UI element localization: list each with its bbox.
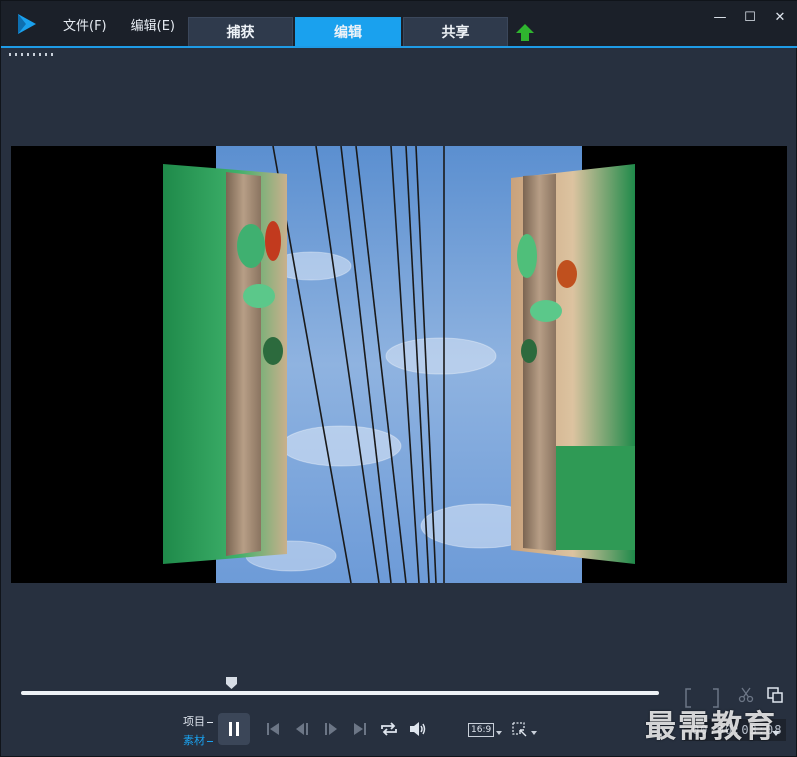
app-window: 文件(F) 编辑(E) 捕获 编辑 共享 — ☐ ✕ 项目 素材 16:9 00… [0, 0, 797, 757]
maximize-icon: ☐ [744, 9, 756, 25]
panel-drag-handle[interactable] [9, 53, 55, 56]
tab-edit[interactable]: 编辑 [295, 17, 401, 46]
play-pause-button[interactable] [218, 713, 250, 745]
mode-project[interactable]: 项目 [183, 712, 213, 731]
skip-start-button[interactable] [260, 719, 285, 739]
mode-project-label: 项目 [183, 715, 205, 728]
repeat-icon [380, 722, 397, 736]
playback-controls [218, 713, 430, 745]
crop-dropdown-icon[interactable] [531, 731, 537, 735]
close-button[interactable]: ✕ [772, 9, 788, 25]
repeat-button[interactable] [376, 719, 401, 739]
prev-frame-button[interactable] [289, 719, 314, 739]
skip-end-button[interactable] [347, 719, 372, 739]
skip-end-icon [353, 723, 366, 735]
maximize-button[interactable]: ☐ [742, 9, 758, 25]
app-logo-icon[interactable] [15, 12, 39, 36]
aspect-ratio-dropdown-icon[interactable] [496, 731, 502, 735]
crop-icon[interactable] [512, 722, 528, 738]
next-frame-button[interactable] [318, 719, 343, 739]
skip-start-icon [266, 723, 279, 735]
menu-file[interactable]: 文件(F) [63, 15, 107, 34]
watermark-text: 最需教育 [645, 709, 777, 745]
minimize-button[interactable]: — [712, 9, 728, 25]
volume-icon [409, 722, 425, 736]
menu-edit[interactable]: 编辑(E) [131, 15, 175, 34]
mode-clip-label: 素材 [183, 734, 205, 747]
window-controls: — ☐ ✕ [712, 9, 788, 25]
workspace-tabs: 捕获 编辑 共享 [188, 17, 508, 46]
close-icon: ✕ [774, 9, 786, 25]
preview-window[interactable] [11, 146, 787, 583]
title-bar: 文件(F) 编辑(E) 捕获 编辑 共享 — ☐ ✕ [1, 1, 797, 48]
next-frame-icon [324, 723, 337, 735]
menu-bar: 文件(F) 编辑(E) [63, 15, 175, 34]
title-accent-line [1, 46, 797, 48]
play-pause-icon [229, 722, 239, 736]
play-mode-switch: 项目 素材 [183, 712, 213, 750]
scrubber-handle[interactable] [225, 676, 238, 690]
prev-frame-icon [295, 723, 308, 735]
timeline-scrubber[interactable] [21, 691, 659, 695]
aspect-ratio-button[interactable]: 16:9 [468, 723, 495, 737]
tab-capture[interactable]: 捕获 [188, 17, 293, 46]
volume-button[interactable] [405, 719, 430, 739]
preview-frame [163, 146, 635, 583]
upload-icon[interactable] [515, 23, 535, 43]
mode-clip[interactable]: 素材 [183, 731, 213, 750]
minimize-icon: — [713, 9, 727, 25]
tab-share[interactable]: 共享 [403, 17, 508, 46]
left-photo-panel [163, 164, 287, 564]
